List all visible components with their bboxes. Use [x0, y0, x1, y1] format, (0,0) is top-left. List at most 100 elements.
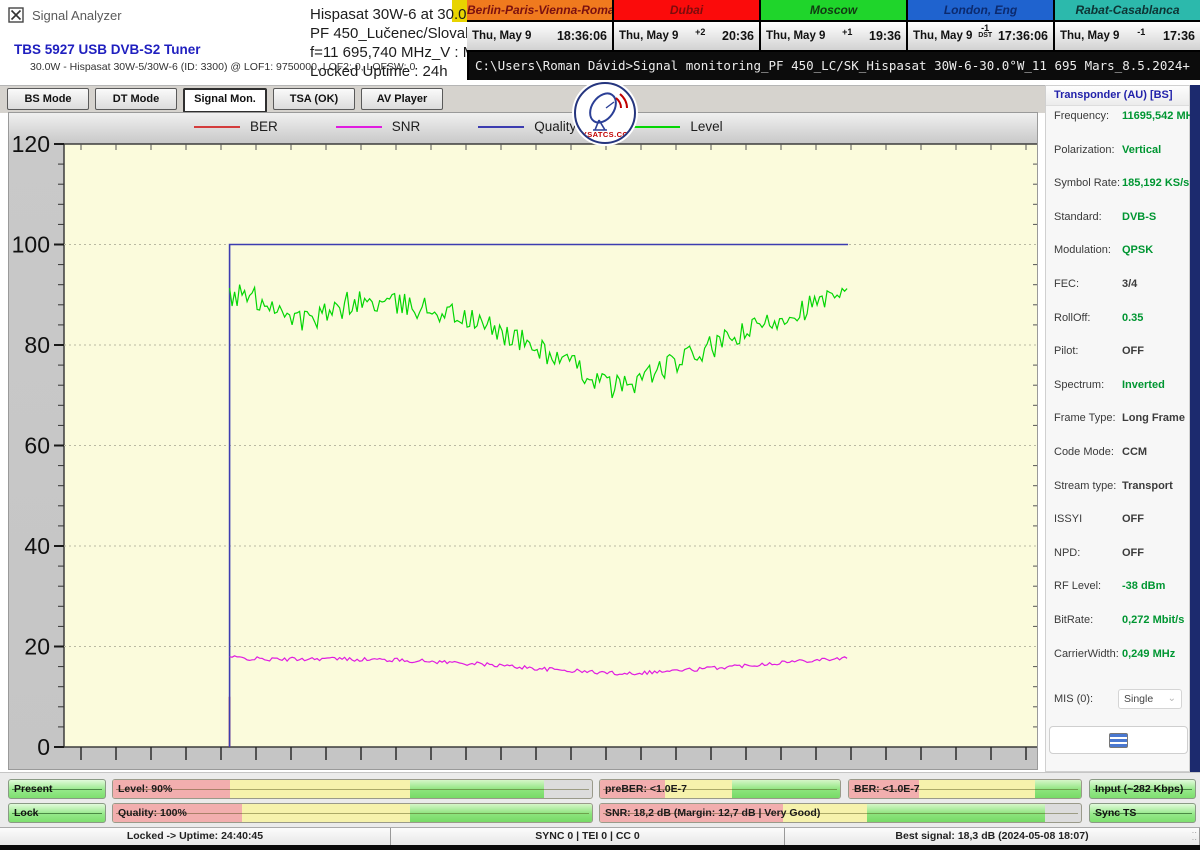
tab-dt-mode[interactable]: DT Mode — [95, 88, 177, 110]
transponder-label: FEC: — [1046, 278, 1079, 290]
transponder-row: ISSYI OFF — [1046, 509, 1189, 529]
sidebar-title: Transponder (AU) [BS] — [1046, 86, 1189, 106]
clock-offset-value: -1 — [1137, 28, 1145, 36]
stream-list-button[interactable] — [1049, 726, 1188, 754]
clock-4: Rabat-CasablancaThu, May 9-117:36 — [1053, 0, 1200, 52]
transponder-value: Transport — [1122, 480, 1173, 492]
sync-ts-indicator: Sync TS — [1089, 803, 1196, 823]
snr-meter: SNR: 18,2 dB (Margin: 12,7 dB | Very Goo… — [599, 803, 1082, 823]
transponder-label: BitRate: — [1046, 614, 1093, 626]
transponder-label: Polarization: — [1046, 144, 1115, 156]
legend-label: SNR — [392, 119, 421, 134]
transponder-value: CCM — [1122, 446, 1147, 458]
transponder-label: Frequency: — [1046, 110, 1109, 122]
transponder-row: BitRate:0,272 Mbit/s — [1046, 610, 1189, 630]
clock-city: London, Eng — [908, 0, 1053, 22]
legend-swatch — [194, 126, 240, 128]
transponder-row: NPD:OFF — [1046, 543, 1189, 563]
transponder-label: RollOff: — [1046, 312, 1090, 324]
transponder-row: Modulation:QPSK — [1046, 240, 1189, 260]
transponder-value: 11695,542 MHz — [1122, 110, 1199, 122]
tab-signal-mon-[interactable]: Signal Mon. — [183, 88, 267, 113]
mis-label: MIS (0): — [1046, 693, 1093, 705]
clock-offset: +2 — [695, 28, 705, 36]
bottom-edge — [0, 845, 1200, 850]
transponder-label: Frame Type: — [1046, 412, 1116, 424]
bottom-status-bar: Locked -> Uptime: 24:40:45SYNC 0 | TEI 0… — [0, 827, 1200, 846]
world-clocks: Berlin-Paris-Vienna-RomaThu, May 918:36:… — [467, 0, 1200, 52]
transponder-value: 0.35 — [1122, 312, 1143, 324]
transponder-value: 3/4 — [1122, 278, 1137, 290]
window-edge — [1190, 85, 1200, 772]
legend-swatch — [478, 126, 524, 128]
transponder-label: CarrierWidth: — [1046, 648, 1119, 660]
present-indicator-label: Present — [9, 780, 105, 798]
level-meter-label: Level: 90% — [113, 780, 592, 798]
transponder-row: CarrierWidth:0,249 MHz — [1046, 644, 1189, 664]
clock-time: 17:36 — [1163, 29, 1195, 43]
transponder-label: Pilot: — [1046, 345, 1078, 357]
quality-meter: Quality: 100% — [112, 803, 593, 823]
tuner-name: TBS 5927 USB DVB-S2 Tuner — [14, 42, 201, 57]
legend-label: Level — [690, 119, 722, 134]
legend-label: BER — [250, 119, 278, 134]
transponder-row: Standard:DVB-S — [1046, 207, 1189, 227]
status-segment-1: SYNC 0 | TEI 0 | CC 0 — [391, 828, 785, 846]
clock-time: 18:36:06 — [557, 29, 607, 43]
transponder-sidebar: Transponder (AU) [BS] Frequency:11695,54… — [1045, 85, 1190, 772]
legend-label: Quality — [534, 119, 576, 134]
transponder-value: -38 dBm — [1122, 580, 1165, 592]
transponder-row: Frequency:11695,542 MHz — [1046, 106, 1189, 126]
tabs: BS Mode DT Mode Signal Mon. TSA (OK) AV Play… — [7, 88, 443, 113]
signal-chart: 020406080100120 — [9, 113, 1037, 769]
clock-time: 17:36:06 — [998, 29, 1048, 43]
ber-meter: BER: <1.0E-7 — [848, 779, 1082, 799]
clock-date: Thu, May 9 — [766, 30, 825, 42]
transponder-row: RollOff: 0.35 — [1046, 308, 1189, 328]
status-segment-0: Locked -> Uptime: 24:40:45 — [0, 828, 391, 846]
transponder-row: Frame Type:Long Frame — [1046, 408, 1189, 428]
status-segment-2: Best signal: 18,3 dB (2024-05-08 18:07) — [785, 828, 1200, 846]
svg-text:20: 20 — [24, 634, 50, 660]
clock-offset-value: -1 — [978, 24, 992, 32]
transponder-row: Symbol Rate:185,192 KS/s — [1046, 173, 1189, 193]
tab-av-player[interactable]: AV Player — [361, 88, 443, 110]
mis-select[interactable]: Single ⌄ — [1118, 689, 1182, 709]
transponder-row: FEC: 3/4 — [1046, 274, 1189, 294]
transponder-value: OFF — [1122, 547, 1144, 559]
transponder-label: Code Mode: — [1046, 446, 1114, 458]
svg-text:60: 60 — [24, 433, 50, 459]
clock-city: Rabat-Casablanca — [1055, 0, 1200, 22]
clock-offset-value: +1 — [842, 28, 852, 36]
transponder-row: Stream type:Transport — [1046, 476, 1189, 496]
clock-3: London, EngThu, May 9-1DST17:36:06 — [906, 0, 1053, 52]
transponder-label: Standard: — [1046, 211, 1102, 223]
chevron-down-icon: ⌄ — [1168, 694, 1176, 704]
transponder-value: OFF — [1122, 513, 1144, 525]
preber-meter: preBER: <1.0E-7 — [599, 779, 841, 799]
tab-bs-mode[interactable]: BS Mode — [7, 88, 89, 110]
legend-item-ber: BER — [194, 119, 278, 134]
tab-tsa-ok-[interactable]: TSA (OK) — [273, 88, 355, 110]
transponder-label: Symbol Rate: — [1046, 177, 1120, 189]
transponder-row: Pilot: OFF — [1046, 341, 1189, 361]
clock-city: Dubai — [614, 0, 759, 22]
transponder-row: Spectrum:Inverted — [1046, 375, 1189, 395]
transponder-label: ISSYI — [1046, 513, 1082, 525]
legend-item-level: Level — [634, 119, 722, 134]
clock-time: 19:36 — [869, 29, 901, 43]
window-title: Signal Analyzer — [32, 8, 122, 23]
lock-indicator: Lock — [8, 803, 106, 823]
input-indicator-label: Input (~282 Kbps) — [1090, 780, 1195, 798]
transponder-value: Vertical — [1122, 144, 1161, 156]
clock-date: Thu, May 9 — [913, 30, 972, 42]
transponder-row: RF Level: -38 dBm — [1046, 576, 1189, 596]
transponder-label: RF Level: — [1046, 580, 1101, 592]
resize-grip[interactable]: ···· — [1192, 829, 1197, 843]
present-indicator: Present — [8, 779, 106, 799]
lock-indicator-label: Lock — [9, 804, 105, 822]
transponder-value: OFF — [1122, 345, 1144, 357]
clock-offset: -1 — [1137, 28, 1145, 36]
legend-swatch — [336, 126, 382, 128]
list-icon — [1109, 733, 1128, 748]
